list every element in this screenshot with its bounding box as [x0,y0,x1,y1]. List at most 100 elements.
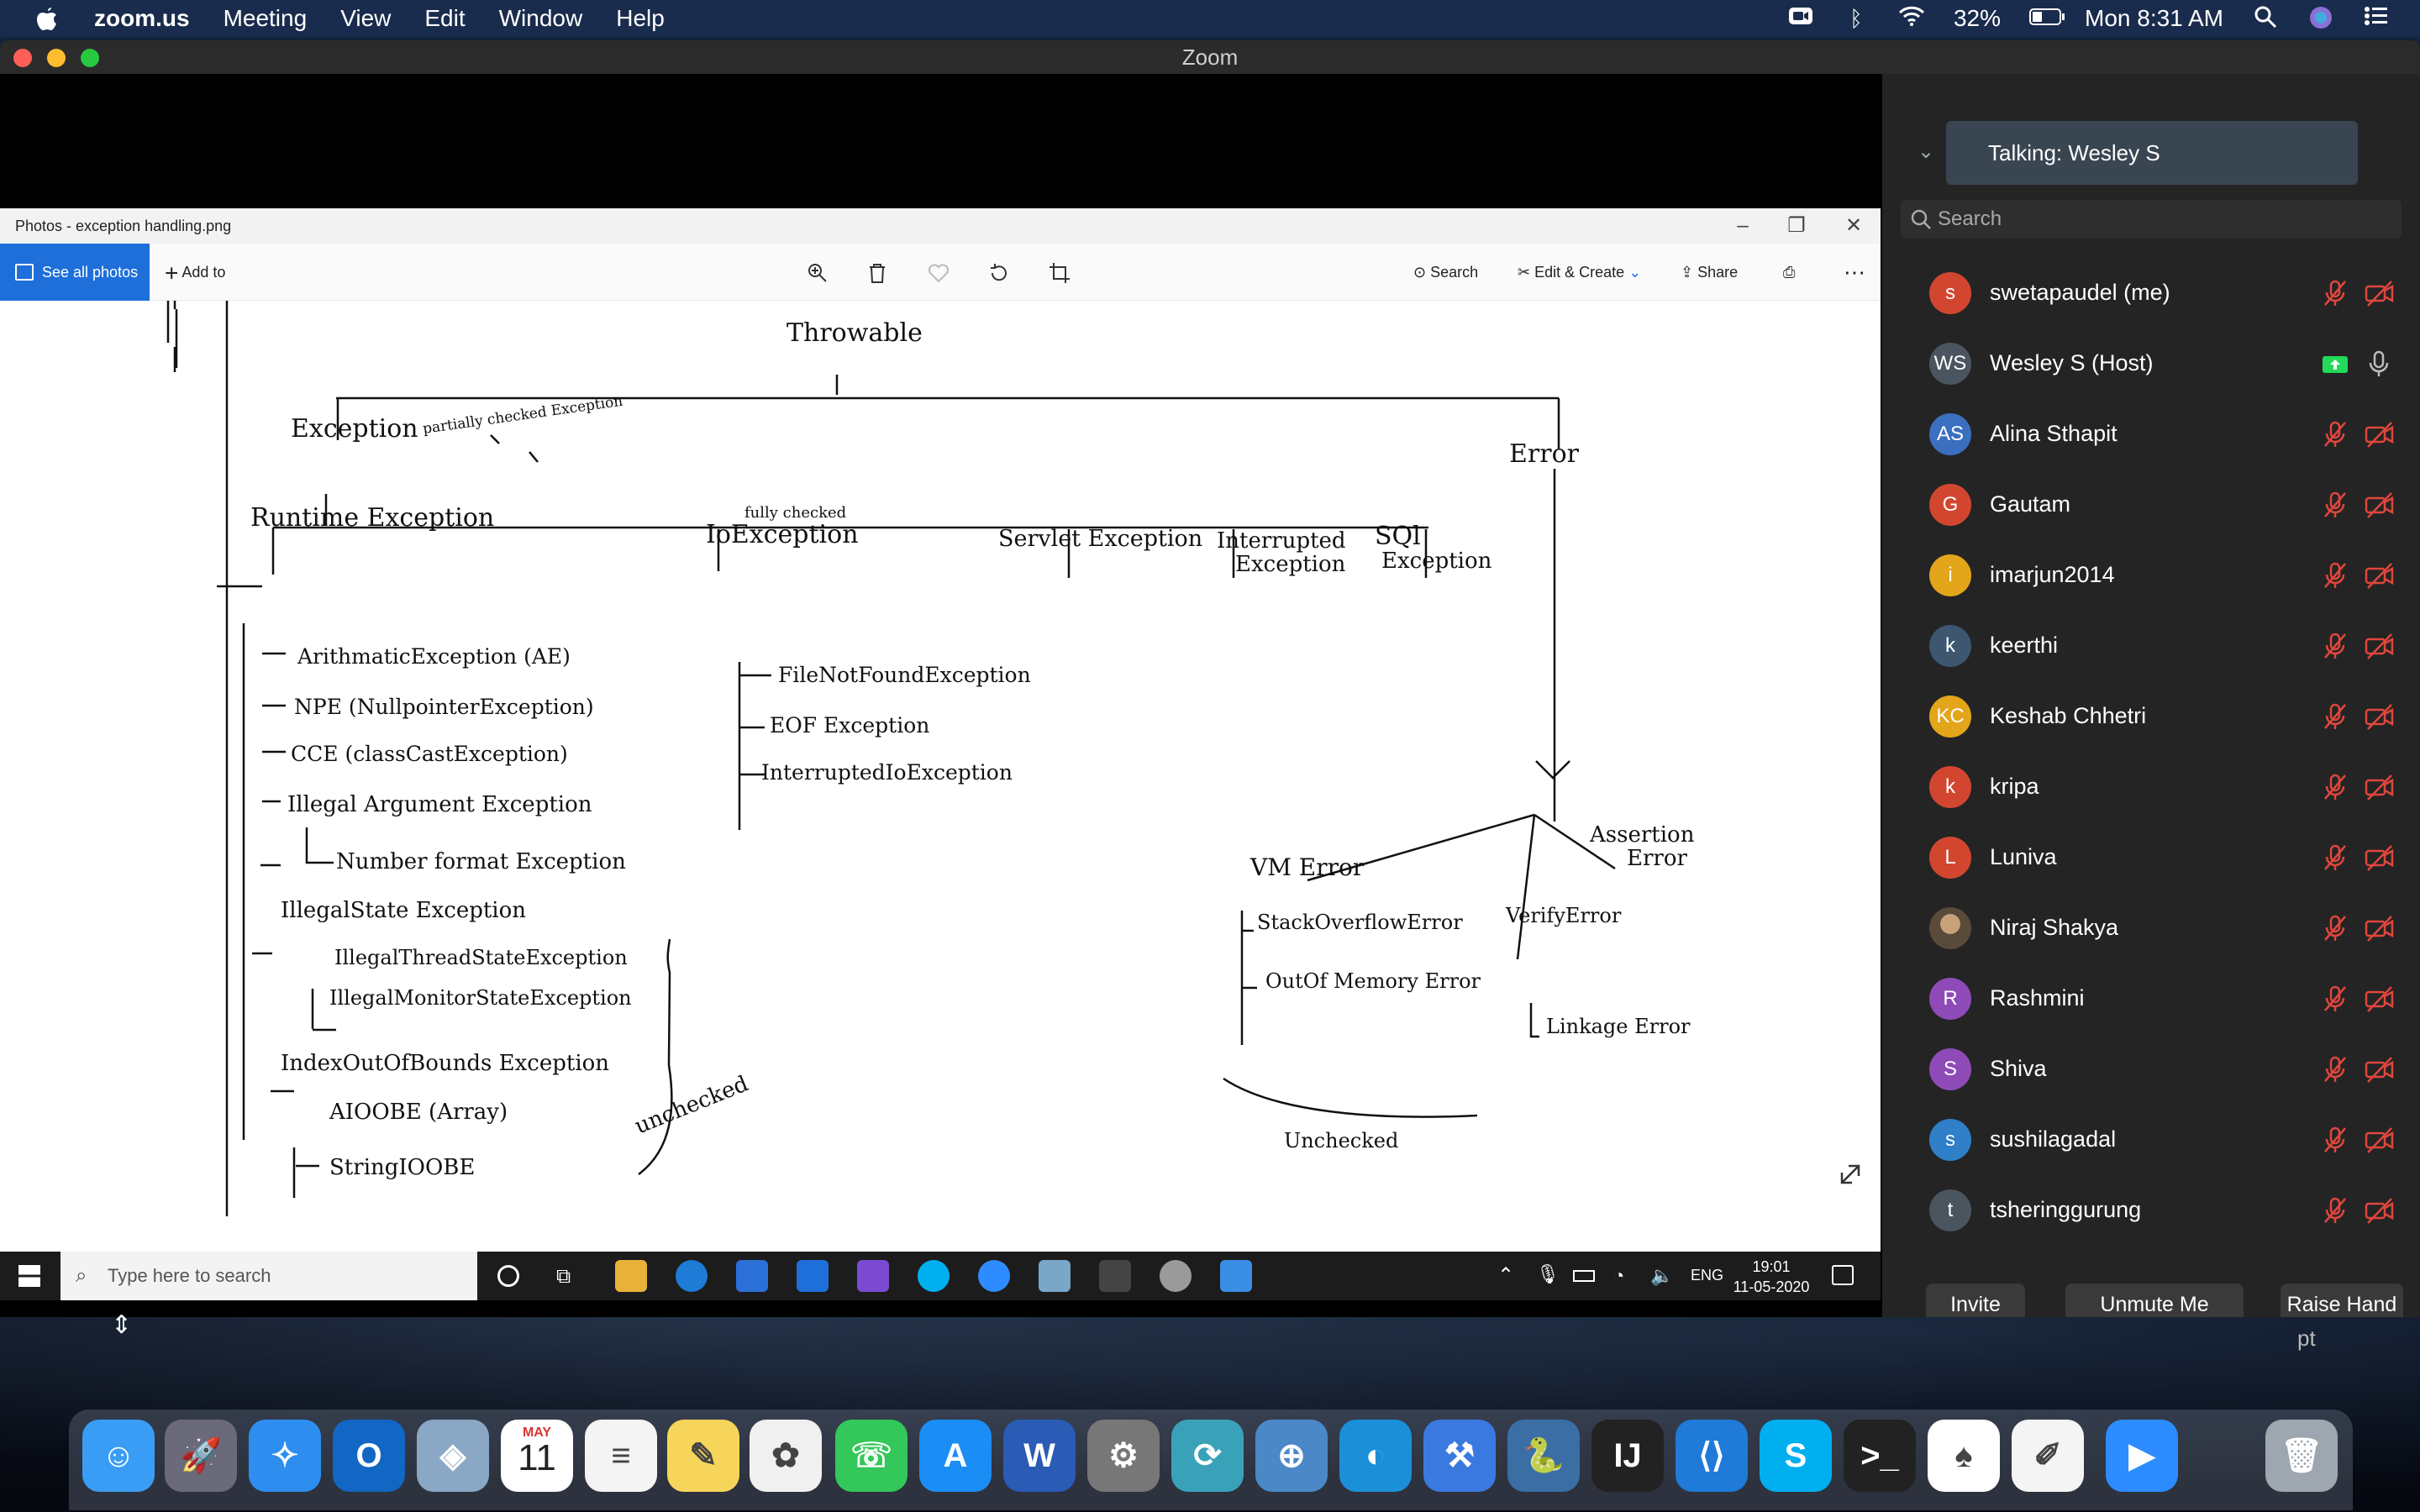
zoom-taskbar-icon[interactable] [978,1260,1010,1292]
word-icon[interactable]: W [1003,1420,1076,1492]
menu-help[interactable]: Help [616,5,665,32]
notification-center-icon[interactable] [2363,5,2390,32]
participant-row[interactable]: k kripa [1882,751,2420,822]
muted-microphone-icon[interactable] [2321,702,2349,731]
vscode-icon[interactable]: ⟨⟩ [1676,1420,1748,1492]
photos-taskbar-icon[interactable] [1220,1260,1252,1292]
participant-row[interactable]: s sushilagadal [1882,1104,2420,1174]
muted-microphone-icon[interactable] [2321,773,2349,801]
delete-icon[interactable] [867,244,887,301]
task-view-icon[interactable]: ⧉ [556,1265,571,1289]
menu-window[interactable]: Window [499,5,583,32]
muted-microphone-icon[interactable] [2321,1055,2349,1084]
video-off-icon[interactable] [2365,843,2394,872]
notes-icon[interactable]: ✎ [667,1420,739,1492]
participant-search-input[interactable]: Search [1901,200,2402,239]
store-icon[interactable] [736,1260,768,1292]
spotlight-search-icon[interactable] [2252,5,2279,32]
siri-icon[interactable] [2307,5,2334,32]
microphone-icon[interactable] [2365,349,2393,378]
participant-row[interactable]: S Shiva [1882,1033,2420,1104]
paint3d-icon[interactable] [1160,1260,1192,1292]
video-off-icon[interactable] [2365,1196,2394,1225]
see-all-photos-button[interactable]: See all photos [0,244,150,301]
intellij-icon[interactable]: IJ [1591,1420,1664,1492]
zoom-dock-icon[interactable]: ▶ [2106,1420,2178,1492]
video-off-icon[interactable] [2365,1126,2394,1154]
participant-row[interactable]: t tsheringgurung [1882,1174,2420,1245]
participant-row[interactable]: AS Alina Sthapit [1882,398,2420,469]
web-sharing-icon[interactable]: ⊕ [1255,1420,1328,1492]
edge-icon[interactable] [676,1260,708,1292]
muted-microphone-icon[interactable] [2321,1196,2349,1225]
windows-start-icon[interactable] [18,1265,40,1287]
participant-row[interactable]: s swetapaudel (me) [1882,257,2420,328]
apple-menu-icon[interactable] [34,5,60,32]
clock[interactable]: Mon 8:31 AM [2085,5,2223,32]
participant-row[interactable]: WS Wesley S (Host) [1882,328,2420,398]
app-store-icon[interactable]: A [919,1420,992,1492]
video-off-icon[interactable] [2365,420,2394,449]
muted-microphone-icon[interactable] [2321,279,2349,307]
wifi-icon[interactable] [1898,5,1925,32]
crop-icon[interactable] [1049,244,1071,301]
webex-icon[interactable]: ◐ [1339,1420,1412,1492]
volume-tray-icon[interactable]: 🔈 [1650,1265,1673,1287]
raise-hand-button[interactable]: Raise Hand [2281,1284,2403,1317]
participant-row[interactable]: i imarjun2014 [1882,539,2420,610]
mongodb-icon[interactable]: ♠ [1928,1420,2000,1492]
muted-microphone-icon[interactable] [2321,491,2349,519]
participant-row[interactable]: Niraj Shakya [1882,892,2420,963]
outlook-icon[interactable]: O [333,1420,405,1492]
terminal-dock-icon[interactable]: >_ [1844,1420,1916,1492]
participant-row[interactable]: R Rashmini [1882,963,2420,1033]
photos-icon[interactable]: ✿ [750,1420,822,1492]
app-icon[interactable] [1039,1260,1071,1292]
menu-view[interactable]: View [340,5,391,32]
muted-microphone-icon[interactable] [2321,632,2349,660]
facetime-icon[interactable]: ☏ [835,1420,908,1492]
video-off-icon[interactable] [2365,561,2394,590]
bluetooth-icon[interactable]: ᛒ [1843,5,1870,32]
invite-button[interactable]: Invite [1926,1284,2025,1317]
muted-microphone-icon[interactable] [2321,914,2349,942]
textedit-icon[interactable]: ✐ [2012,1420,2084,1492]
minimize-icon[interactable]: – [1726,208,1760,244]
taskbar-clock[interactable]: 19:01 11-05-2020 [1728,1257,1815,1297]
action-center-icon[interactable] [1832,1265,1854,1285]
terminal-icon[interactable] [1099,1260,1131,1292]
cortana-icon[interactable] [497,1265,519,1287]
paint-icon[interactable] [857,1260,889,1292]
xcode-icon[interactable]: ⚒ [1423,1420,1496,1492]
muted-microphone-icon[interactable] [2321,1126,2349,1154]
participant-row[interactable]: k keerthi [1882,610,2420,680]
video-off-icon[interactable] [2365,1055,2394,1084]
video-off-icon[interactable] [2365,773,2394,801]
network-tray-icon[interactable]: ◔ [1613,1265,1624,1287]
file-explorer-icon[interactable] [615,1260,647,1292]
muted-microphone-icon[interactable] [2321,561,2349,590]
app-menu-zoom[interactable]: zoom.us [94,5,190,32]
video-off-icon[interactable] [2365,279,2394,307]
add-to-button[interactable]: + Add to [165,244,225,301]
rotate-icon[interactable] [988,244,1010,301]
restore-icon[interactable]: ❐ [1780,208,1813,244]
muted-microphone-icon[interactable] [2321,420,2349,449]
python-icon[interactable]: 🐍 [1507,1420,1580,1492]
network-icon[interactable]: ⟳ [1171,1420,1244,1492]
video-off-icon[interactable] [2365,491,2394,519]
participant-row[interactable]: KC Keshab Chhetri [1882,680,2420,751]
mail-icon[interactable] [797,1260,829,1292]
close-window-button[interactable] [13,49,32,67]
reminders-icon[interactable]: ≡ [585,1420,657,1492]
skype-dock-icon[interactable]: S [1760,1420,1832,1492]
finder-icon[interactable]: ☺ [82,1420,155,1492]
zoom-window-button[interactable] [81,49,99,67]
safari-icon[interactable]: ✧ [249,1420,321,1492]
preview-icon[interactable]: ◈ [417,1420,489,1492]
minimize-window-button[interactable] [47,49,66,67]
video-off-icon[interactable] [2365,632,2394,660]
close-icon[interactable]: ✕ [1837,208,1870,244]
menu-edit[interactable]: Edit [424,5,465,32]
search-button[interactable]: ⊙ Search [1413,244,1478,301]
